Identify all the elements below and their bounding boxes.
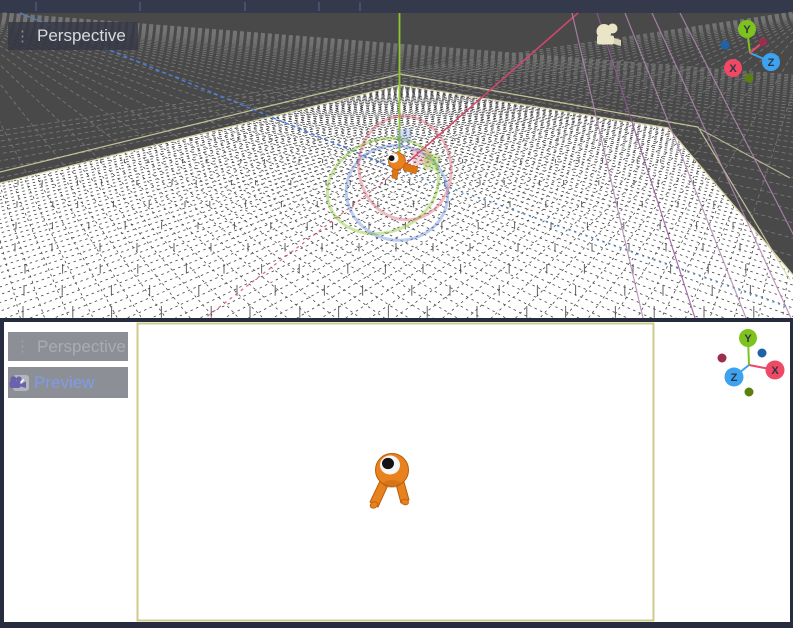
viewport-menu-button[interactable]: ⋮ Perspective (8, 22, 138, 50)
character-pupil (382, 458, 394, 469)
camera-preview-toggle[interactable]: ✓ Preview (8, 367, 128, 398)
axis-ball-negative[interactable] (745, 388, 754, 397)
plane-handle (423, 153, 440, 171)
plane-handle (396, 128, 412, 144)
svg-text:X: X (771, 365, 779, 377)
svg-text:Y: Y (744, 333, 752, 345)
viewport-label: Perspective (37, 26, 126, 46)
svg-text:Z: Z (768, 57, 775, 69)
svg-text:X: X (729, 63, 737, 75)
character-pupil (389, 155, 395, 161)
svg-text:Y: Y (743, 24, 751, 36)
preview-viewport-menu-button[interactable]: ⋮ Perspective (8, 332, 128, 361)
editor-window: Y Z X Y X Z ⋮ Perspective ⋮ Perspective ✓ Pr… (0, 0, 793, 628)
viewport-label: Perspective (37, 337, 126, 357)
axis-ball-negative[interactable] (758, 349, 767, 358)
camera-icon (8, 375, 28, 390)
axis-ball-negative[interactable] (759, 38, 767, 46)
menu-dots-icon: ⋮ (15, 29, 30, 44)
svg-text:Z: Z (731, 372, 738, 384)
axis-ball-negative[interactable] (721, 41, 730, 50)
preview-label: Preview (34, 373, 94, 393)
axis-ball-negative[interactable] (745, 74, 754, 83)
viewport-camera-preview[interactable]: Y X Z (0, 318, 793, 628)
axis-ball-negative[interactable] (718, 354, 727, 363)
menu-dots-icon: ⋮ (15, 339, 30, 354)
viewport-top-bar (0, 0, 793, 13)
